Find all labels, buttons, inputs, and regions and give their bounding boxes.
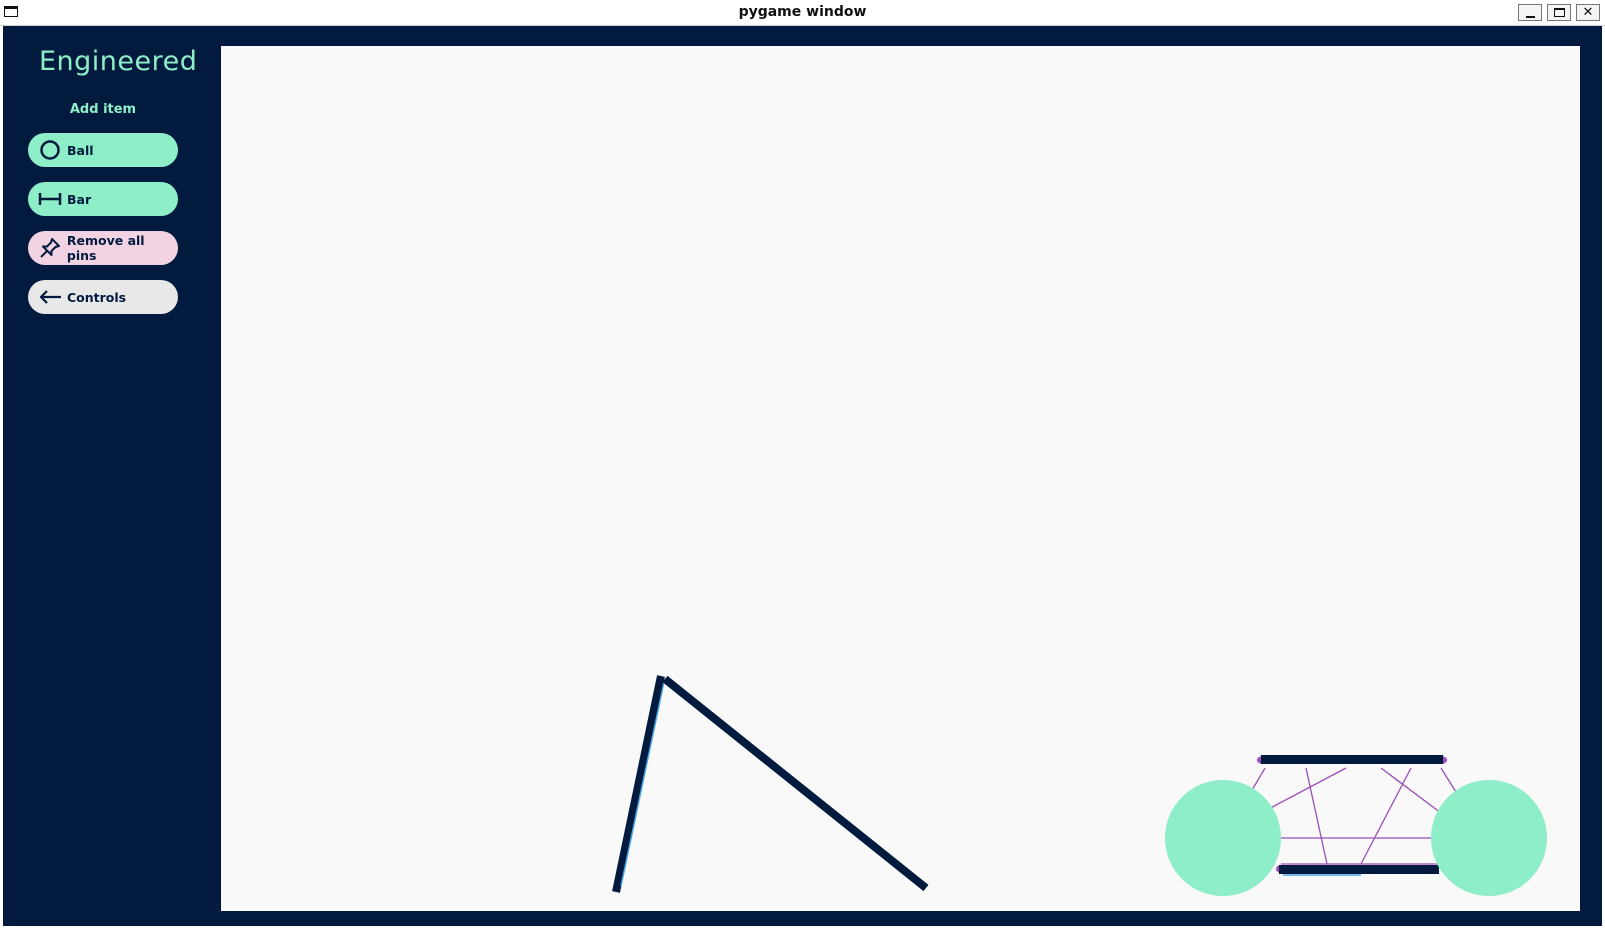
add-bar-button[interactable]: Bar (28, 182, 178, 216)
wheel-right[interactable] (1431, 780, 1547, 896)
pin-icon (36, 236, 64, 260)
physics-scene (612, 675, 1547, 896)
controls-label: Controls (67, 289, 127, 305)
remove-all-pins-label: Remove all pins (66, 233, 145, 263)
controls-button[interactable]: Controls (28, 280, 178, 314)
wheel-left[interactable] (1165, 780, 1281, 896)
window-title: pygame window (738, 4, 867, 20)
bottom-bar[interactable] (1279, 865, 1439, 874)
close-button[interactable]: ✕ (1576, 4, 1600, 21)
bar-right[interactable] (662, 675, 929, 892)
minimize-button[interactable] (1518, 4, 1542, 21)
add-bar-label: Bar (67, 191, 92, 207)
add-ball-label: Ball (67, 142, 94, 158)
top-bar[interactable] (1261, 755, 1443, 764)
triangle-structure[interactable] (612, 675, 929, 893)
close-icon: ✕ (1582, 5, 1594, 20)
maximize-button[interactable] (1547, 4, 1571, 21)
window-titlebar: pygame window ✕ (0, 0, 1605, 26)
add-ball-button[interactable]: Ball (28, 133, 178, 167)
maximize-icon (1553, 8, 1565, 17)
circle-icon (36, 138, 64, 162)
bar-icon (36, 187, 64, 211)
app-logo: Engineered (39, 46, 198, 77)
remove-all-pins-button[interactable]: Remove all pins (28, 231, 178, 265)
minimize-icon (1525, 15, 1535, 18)
arrow-left-icon (36, 285, 64, 309)
simulation-canvas[interactable] (221, 46, 1580, 911)
bar-left[interactable] (612, 675, 665, 893)
add-item-label: Add item (69, 102, 137, 117)
bar-left-highlight (620, 681, 665, 887)
vehicle-structure[interactable] (1165, 755, 1547, 896)
